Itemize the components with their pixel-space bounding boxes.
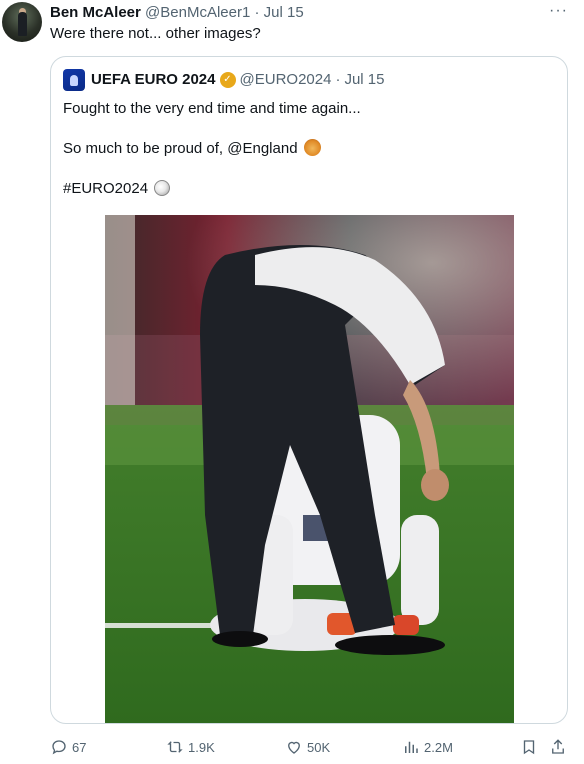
views-button[interactable]: 2.2M: [402, 736, 453, 758]
avatar-figure: [18, 12, 27, 36]
quote-header: UEFA EURO 2024 ✓ @EURO2024 · Jul 15: [91, 69, 384, 91]
photo-illustration: [105, 215, 514, 723]
quote-text-line-3: #EURO2024: [63, 179, 171, 199]
like-count: 50K: [307, 739, 331, 755]
heart-icon: [288, 741, 300, 754]
quote-display-name[interactable]: UEFA EURO 2024: [91, 69, 216, 91]
share-icon: [552, 739, 564, 754]
lion-emoji-icon: [303, 139, 321, 156]
timestamp[interactable]: Jul 15: [264, 4, 304, 21]
reply-button[interactable]: 67: [50, 736, 86, 758]
quote-line-2-text: So much to be proud of, @England: [63, 140, 298, 157]
bookmark-icon: [523, 740, 535, 755]
repost-count: 1.9K: [188, 739, 215, 755]
bar-chart-icon: [405, 741, 418, 753]
quote-tweet-card[interactable]: UEFA EURO 2024 ✓ @EURO2024 · Jul 15 Foug…: [50, 56, 568, 724]
share-button[interactable]: [549, 736, 567, 758]
tweet[interactable]: Ben McAleer @BenMcAleer1 · Jul 15 ··· We…: [0, 0, 584, 764]
football-emoji-icon: [154, 180, 171, 196]
quote-timestamp[interactable]: Jul 15: [344, 69, 384, 91]
more-horizontal-icon[interactable]: ···: [549, 2, 568, 20]
verified-badge-icon: ✓: [219, 72, 236, 88]
repost-button[interactable]: 1.9K: [166, 736, 215, 758]
reply-count: 67: [72, 739, 87, 755]
like-button[interactable]: 50K: [285, 736, 330, 758]
quote-text-line-1: Fought to the very end time and time aga…: [63, 99, 361, 119]
bookmark-button[interactable]: [520, 736, 538, 758]
view-count: 2.2M: [424, 739, 453, 755]
separator: ·: [254, 4, 260, 21]
handle[interactable]: @BenMcAleer1: [145, 4, 250, 21]
quote-media-photo[interactable]: [105, 215, 514, 723]
quote-handle[interactable]: @EURO2024: [240, 69, 332, 91]
display-name[interactable]: Ben McAleer: [50, 4, 141, 21]
quote-text-line-2: So much to be proud of, @England: [63, 139, 321, 159]
repost-icon: [167, 741, 183, 753]
action-bar: 67 1.9K 50K 2.2M: [0, 736, 584, 758]
quote-line-1-text: Fought to the very end time and time aga…: [63, 100, 361, 117]
trophy-icon: [70, 74, 78, 86]
quote-avatar[interactable]: [63, 69, 85, 91]
tweet-header: Ben McAleer @BenMcAleer1 · Jul 15: [50, 3, 304, 23]
hashtag-link[interactable]: #EURO2024: [63, 180, 148, 197]
quote-separator: ·: [335, 71, 341, 88]
avatar[interactable]: [2, 2, 42, 42]
tweet-text: Were there not... other images?: [50, 25, 261, 42]
reply-icon: [52, 740, 66, 755]
